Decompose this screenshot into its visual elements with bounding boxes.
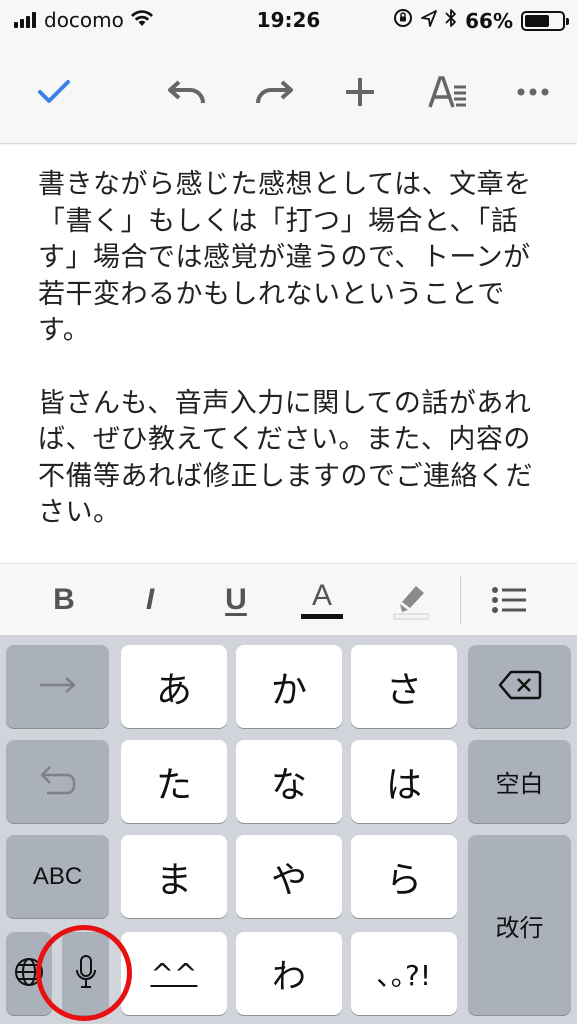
- location-icon: [421, 9, 438, 33]
- globe-key[interactable]: [6, 932, 52, 1015]
- italic-icon[interactable]: I: [122, 576, 178, 624]
- undo-icon[interactable]: [163, 68, 211, 116]
- underline-icon[interactable]: U: [208, 576, 264, 624]
- return-key-label: 改行: [495, 913, 544, 942]
- key-ha[interactable]: は: [351, 740, 457, 823]
- next-arrow-key[interactable]: [6, 645, 109, 728]
- document-paragraph-2[interactable]: 皆さんも、音声入力に関しての話があれば、ぜひ教えてください。また、内容の不備等あ…: [38, 386, 537, 532]
- add-icon[interactable]: [336, 68, 384, 116]
- key-wa[interactable]: わ: [236, 932, 342, 1015]
- abc-key-label: ABC: [32, 862, 83, 890]
- key-ka[interactable]: か: [236, 645, 342, 728]
- bluetooth-icon: [445, 8, 457, 33]
- key-sa[interactable]: さ: [351, 645, 457, 728]
- bold-label: B: [53, 583, 75, 616]
- battery-icon: [521, 10, 569, 31]
- bold-icon[interactable]: B: [36, 576, 92, 624]
- document-body[interactable]: 書きながら感じた感想としては、文章を「書く」もしくは「打つ」場合と、「話す」場合…: [0, 145, 577, 563]
- key-kaomoji[interactable]: ^^: [121, 932, 227, 1015]
- key-kaomoji-label: ^^: [150, 957, 198, 990]
- text-color-icon[interactable]: A: [294, 576, 350, 624]
- undo-icon: [39, 764, 77, 800]
- highlight-icon[interactable]: [382, 576, 438, 624]
- italic-label: I: [145, 583, 155, 616]
- redo-icon[interactable]: [250, 68, 298, 116]
- key-ya[interactable]: や: [236, 835, 342, 918]
- undo-key[interactable]: [6, 740, 109, 823]
- status-bar: docomo 19:26 66%: [0, 0, 577, 40]
- return-key[interactable]: 改行: [468, 835, 571, 1015]
- microphone-icon: [74, 954, 98, 994]
- space-key[interactable]: 空白: [468, 740, 571, 823]
- battery-level-fill: [525, 14, 549, 27]
- underline-label: U: [225, 583, 247, 616]
- abc-key[interactable]: ABC: [6, 835, 109, 918]
- checkmark-icon[interactable]: [30, 68, 78, 116]
- key-a[interactable]: あ: [121, 645, 227, 728]
- document-paragraph-1[interactable]: 書きながら感じた感想としては、文章を「書く」もしくは「打つ」場合と、「話す」場合…: [38, 167, 537, 350]
- text-format-icon[interactable]: [424, 68, 472, 116]
- globe-icon: [14, 957, 44, 991]
- format-bar-divider: [460, 576, 461, 624]
- key-wa-label: わ: [272, 957, 306, 997]
- space-key-label: 空白: [495, 770, 544, 798]
- delete-icon: [498, 670, 542, 704]
- text-color-swatch: [301, 614, 343, 619]
- key-punctuation-label: ､｡?!: [376, 958, 432, 992]
- key-ra[interactable]: ら: [351, 835, 457, 918]
- key-ma[interactable]: ま: [121, 835, 227, 918]
- next-arrow-icon: [38, 675, 78, 699]
- key-na[interactable]: な: [236, 740, 342, 823]
- status-right: 66%: [393, 8, 569, 33]
- format-bar: B I U A: [0, 563, 577, 635]
- delete-key[interactable]: [468, 645, 571, 728]
- key-ta[interactable]: た: [121, 740, 227, 823]
- key-punctuation[interactable]: ､｡?!: [351, 932, 457, 1015]
- text-color-label: A: [311, 579, 332, 612]
- document-toolbar: [0, 40, 577, 144]
- bulleted-list-icon[interactable]: [481, 576, 537, 624]
- orientation-lock-icon: [393, 8, 413, 33]
- battery-percent: 66%: [465, 8, 513, 33]
- microphone-key[interactable]: [62, 932, 109, 1015]
- more-icon[interactable]: [509, 68, 557, 116]
